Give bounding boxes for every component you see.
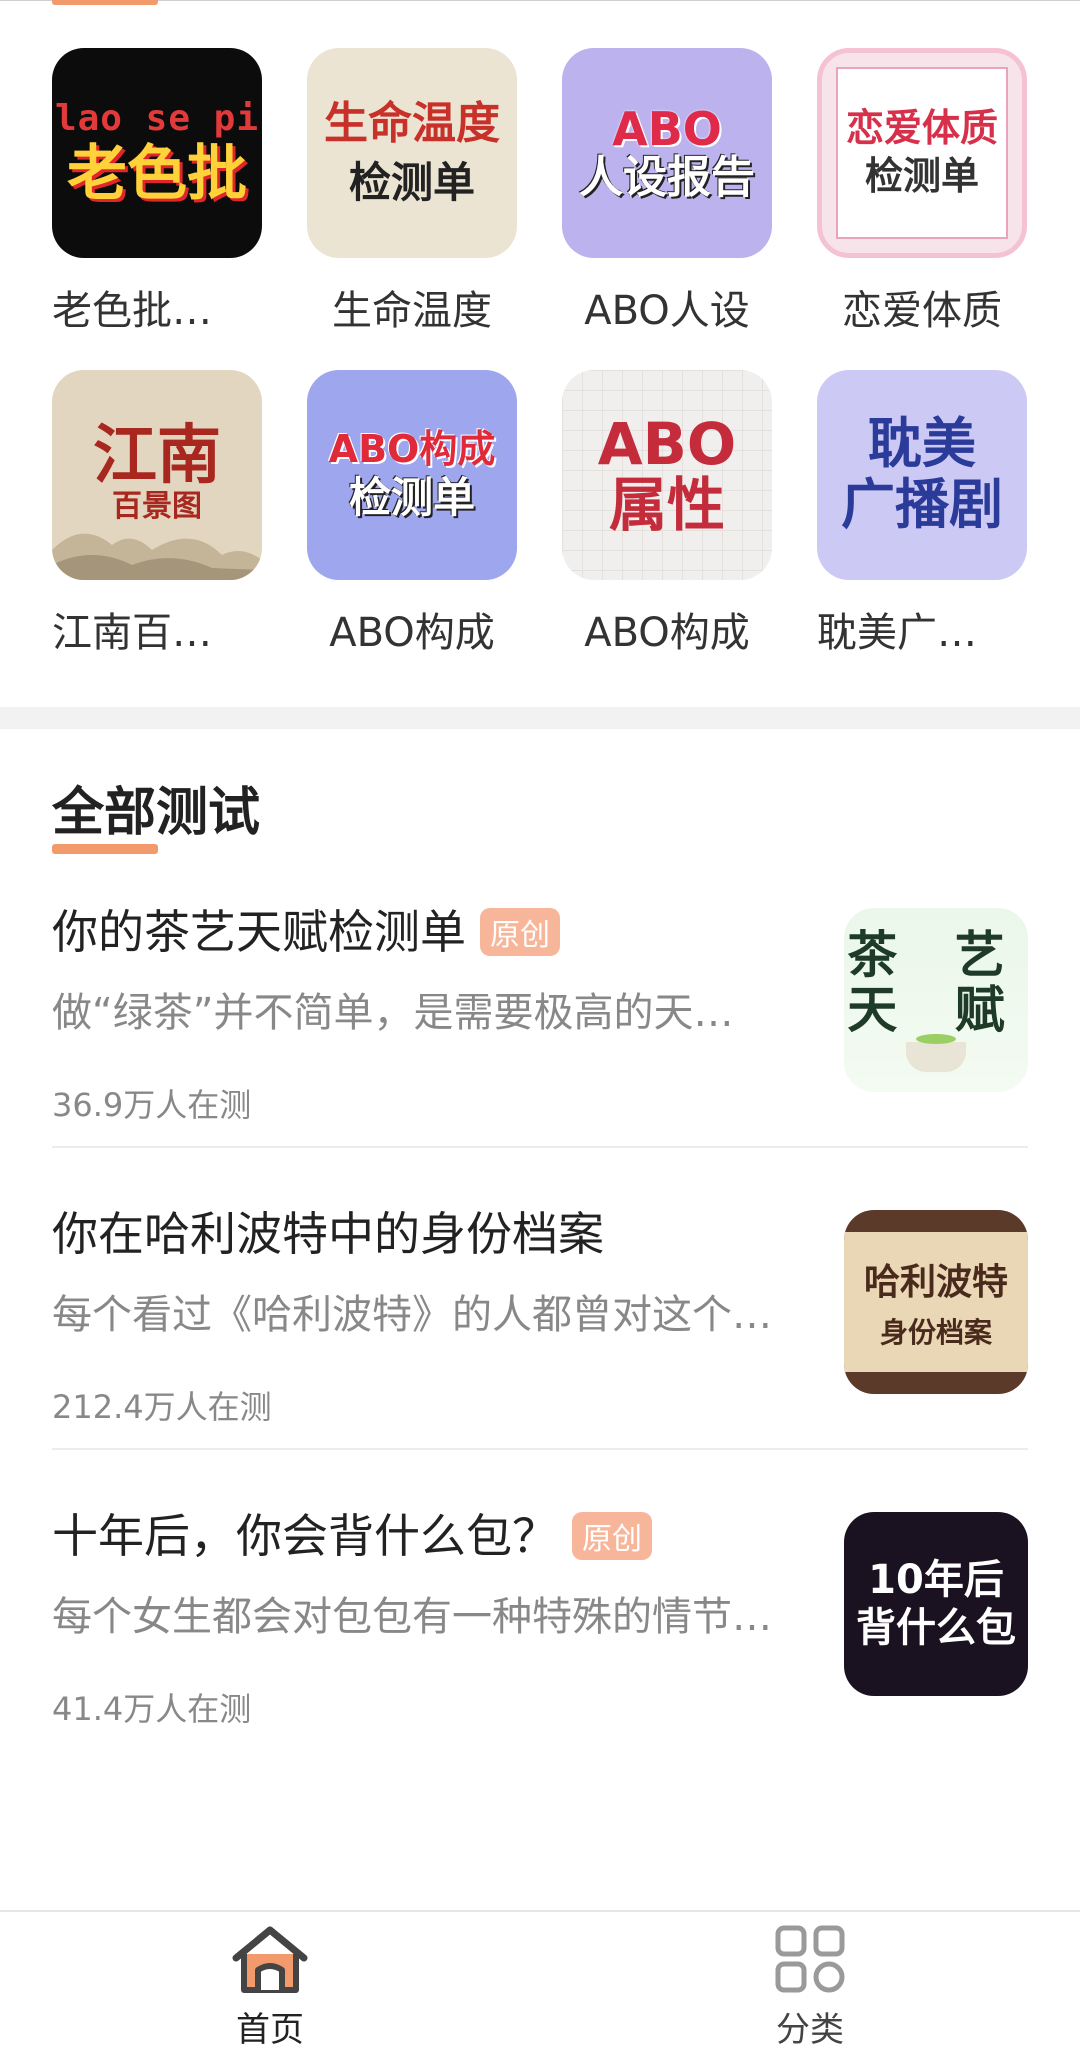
teacup-icon: [906, 1034, 966, 1072]
grid-item-label: 江南百…: [52, 610, 212, 656]
nav-category-label: 分类: [776, 2010, 844, 2050]
section-title-underline: [52, 844, 158, 854]
grid-item-jiangnan[interactable]: 江南 百景图 江南百…: [52, 370, 262, 658]
grid-item-label: 恋爱体质: [842, 288, 1002, 334]
test-description: 每个女生都会对包包有一种特殊的情节…: [52, 1594, 772, 1640]
grid-item-abo-renshe[interactable]: ABO 人设报告 ABO人设: [562, 48, 772, 336]
lianai-thumbnail[interactable]: 恋爱体质 检测单: [817, 48, 1027, 258]
list-divider: [52, 1448, 1028, 1450]
list-item[interactable]: 你在哈利波特中的身份档案 每个看过《哈利波特》的人都曾对这个… 212.4万人在…: [52, 1198, 1028, 1500]
home-icon: [232, 1926, 308, 1993]
category-grid-icon: [775, 1925, 845, 1993]
grid-item-danmei[interactable]: 耽美 广播剧 耽美广…: [817, 370, 1027, 658]
grid-item-label: 生命温度: [332, 288, 492, 334]
nav-home-label: 首页: [236, 2010, 304, 2050]
test-participant-count: 41.4万人在测: [52, 1690, 252, 1728]
grid-item-abo-shuxing[interactable]: ABO 属性 ABO构成: [562, 370, 772, 658]
shengming-thumbnail[interactable]: 生命温度 检测单: [307, 48, 517, 258]
original-badge: 原创: [480, 907, 560, 956]
list-item[interactable]: 你的茶艺天赋检测单 原创 做“绿茶”并不简单，是需要极高的天… 36.9万人在测 …: [52, 896, 1028, 1198]
section-divider: [0, 707, 1080, 729]
danmei-thumbnail[interactable]: 耽美 广播剧: [817, 370, 1027, 580]
test-title: 你的茶艺天赋检测单 原创: [52, 896, 560, 962]
laose-thumbnail[interactable]: lao se pi 老色批: [52, 48, 262, 258]
abo-renshe-thumbnail[interactable]: ABO 人设报告: [562, 48, 772, 258]
grid-item-lianai[interactable]: 恋爱体质 检测单 恋爱体质: [817, 48, 1027, 336]
original-badge: 原创: [572, 1511, 652, 1560]
section-title: 全部测试: [52, 783, 261, 843]
jiangnan-thumbnail[interactable]: 江南 百景图: [52, 370, 262, 580]
test-participant-count: 36.9万人在测: [52, 1086, 252, 1124]
list-item[interactable]: 十年后，你会背什么包？ 原创 每个女生都会对包包有一种特殊的情节… 41.4万人在…: [52, 1500, 1028, 1802]
nav-home[interactable]: 首页: [170, 1924, 370, 2051]
test-title: 你在哈利波特中的身份档案: [52, 1207, 604, 1261]
grid-item-abo-goucheng[interactable]: ABO构成 检测单 ABO构成: [307, 370, 517, 658]
abo-shuxing-thumbnail[interactable]: ABO 属性: [562, 370, 772, 580]
test-description: 做“绿茶”并不简单，是需要极高的天…: [52, 990, 734, 1036]
bottom-nav: 首页 分类: [0, 1910, 1080, 2057]
list-divider: [52, 1146, 1028, 1148]
grid-item-label: 耽美广…: [817, 610, 977, 656]
nav-category[interactable]: 分类: [710, 1924, 910, 2051]
grid-item-laose[interactable]: lao se pi 老色批 老色批…: [52, 48, 262, 336]
grid-item-shengming[interactable]: 生命温度 检测单 生命温度: [307, 48, 517, 336]
abo-goucheng-thumbnail[interactable]: ABO构成 检测单: [307, 370, 517, 580]
test-title: 十年后，你会背什么包？ 原创: [52, 1500, 652, 1566]
top-accent-bar: [52, 0, 158, 5]
harry-potter-thumbnail[interactable]: 哈利波特 身份档案: [844, 1210, 1028, 1394]
grid-item-label: ABO人设: [584, 288, 750, 334]
mountain-illustration: [52, 533, 262, 580]
test-participant-count: 212.4万人在测: [52, 1388, 272, 1426]
grid-item-label: ABO构成: [329, 610, 495, 656]
bag-thumbnail[interactable]: 10年后 背什么包: [844, 1512, 1028, 1696]
top-border: [0, 0, 1080, 1]
tea-thumbnail[interactable]: 茶 艺 天 赋: [844, 908, 1028, 1092]
grid-item-label: 老色批…: [52, 288, 212, 334]
test-description: 每个看过《哈利波特》的人都曾对这个…: [52, 1292, 772, 1338]
grid-item-label: ABO构成: [584, 610, 750, 656]
